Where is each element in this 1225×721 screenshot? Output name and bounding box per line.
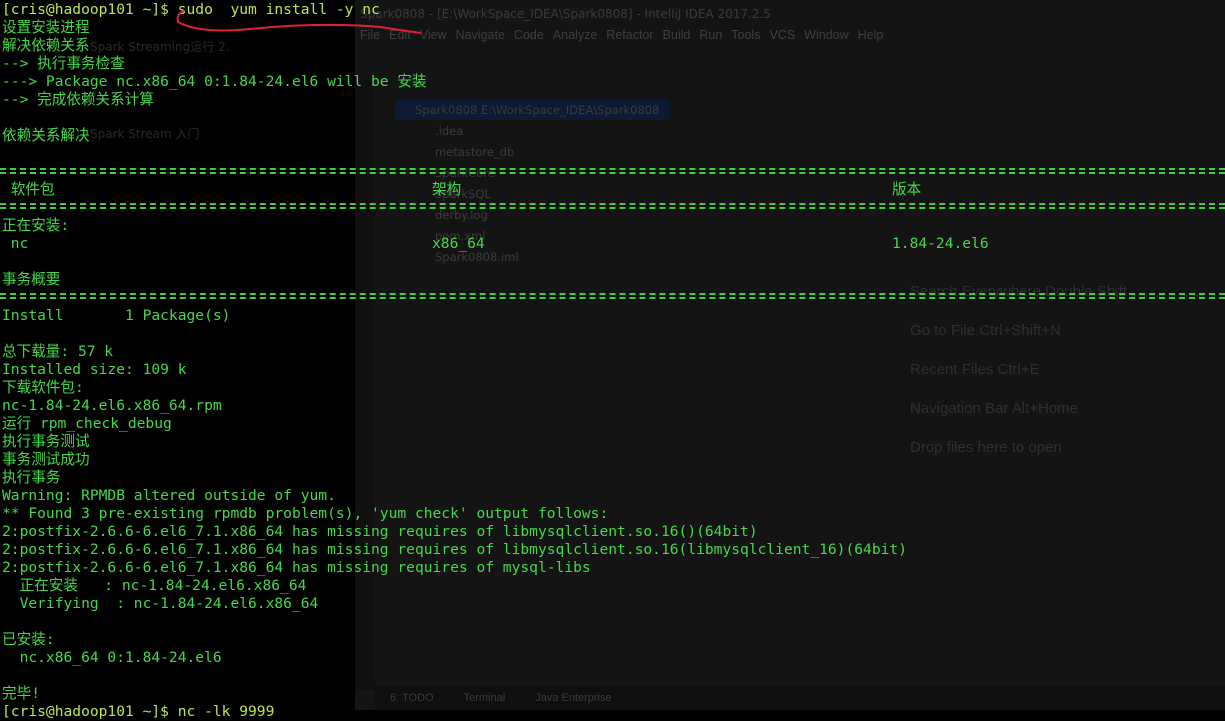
command-line: [cris@hadoop101 ~]$ nc -lk 9999	[2, 703, 275, 720]
output-line: --> 完成依赖关系计算	[2, 91, 154, 108]
table-rule	[0, 293, 1225, 299]
output-line: nc.x86_64 0:1.84-24.el6	[2, 649, 222, 666]
output-line: 2:postfix-2.6.6-6.el6_7.1.x86_64 has mis…	[2, 541, 907, 558]
output-line: Warning: RPMDB altered outside of yum.	[2, 487, 336, 504]
output-line: 正在安装 : nc-1.84-24.el6.x86_64	[2, 577, 307, 594]
summary-label: 事务概要	[2, 271, 61, 288]
output-line: 2:postfix-2.6.6-6.el6_7.1.x86_64 has mis…	[2, 559, 591, 576]
output-line: 执行事务	[2, 469, 61, 486]
table-rule	[0, 168, 1225, 174]
command: sudo yum install -y nc	[177, 1, 380, 18]
output-line: 事务测试成功	[2, 451, 90, 468]
pkg-version: 1.84-24.el6	[892, 235, 989, 252]
output-line: 2:postfix-2.6.6-6.el6_7.1.x86_64 has mis…	[2, 523, 758, 540]
header-arch: 架构	[432, 181, 462, 198]
command-line: [cris@hadoop101 ~]$ sudo yum install -y …	[2, 1, 380, 19]
output-line: 依赖关系解决	[2, 127, 90, 144]
output-line: 已安装:	[2, 631, 55, 648]
pkg-arch: x86_64	[432, 235, 485, 252]
output-line: 下载软件包:	[2, 379, 84, 396]
output-line: 设置安装进程	[2, 19, 90, 36]
output-line: Install 1 Package(s)	[2, 307, 231, 324]
output-line: nc-1.84-24.el6.x86_64.rpm	[2, 397, 222, 414]
table-rule	[0, 203, 1225, 209]
output-line: 执行事务测试	[2, 433, 90, 450]
output-line: 运行 rpm_check_debug	[2, 415, 172, 432]
pkg-name: nc	[2, 235, 29, 252]
installing-label: 正在安装:	[2, 217, 70, 234]
output-line: --> 执行事务检查	[2, 55, 125, 72]
output-line: 总下载量: 57 k	[2, 343, 114, 360]
output-line: ---> Package nc.x86_64 0:1.84-24.el6 wil…	[2, 73, 427, 90]
output-line: Verifying : nc-1.84-24.el6.x86_64	[2, 595, 319, 612]
output-line: ** Found 3 pre-existing rpmdb problem(s)…	[2, 505, 609, 522]
prompt: [cris@hadoop101 ~]$	[2, 1, 178, 18]
header-package: 软件包	[2, 181, 55, 198]
output-line: 解决依赖关系	[2, 37, 90, 54]
header-version: 版本	[892, 181, 922, 198]
output-line: Installed size: 109 k	[2, 361, 187, 378]
terminal-output[interactable]: [cris@hadoop101 ~]$ sudo yum install -y …	[0, 0, 1225, 720]
output-line: 完毕!	[2, 685, 40, 702]
